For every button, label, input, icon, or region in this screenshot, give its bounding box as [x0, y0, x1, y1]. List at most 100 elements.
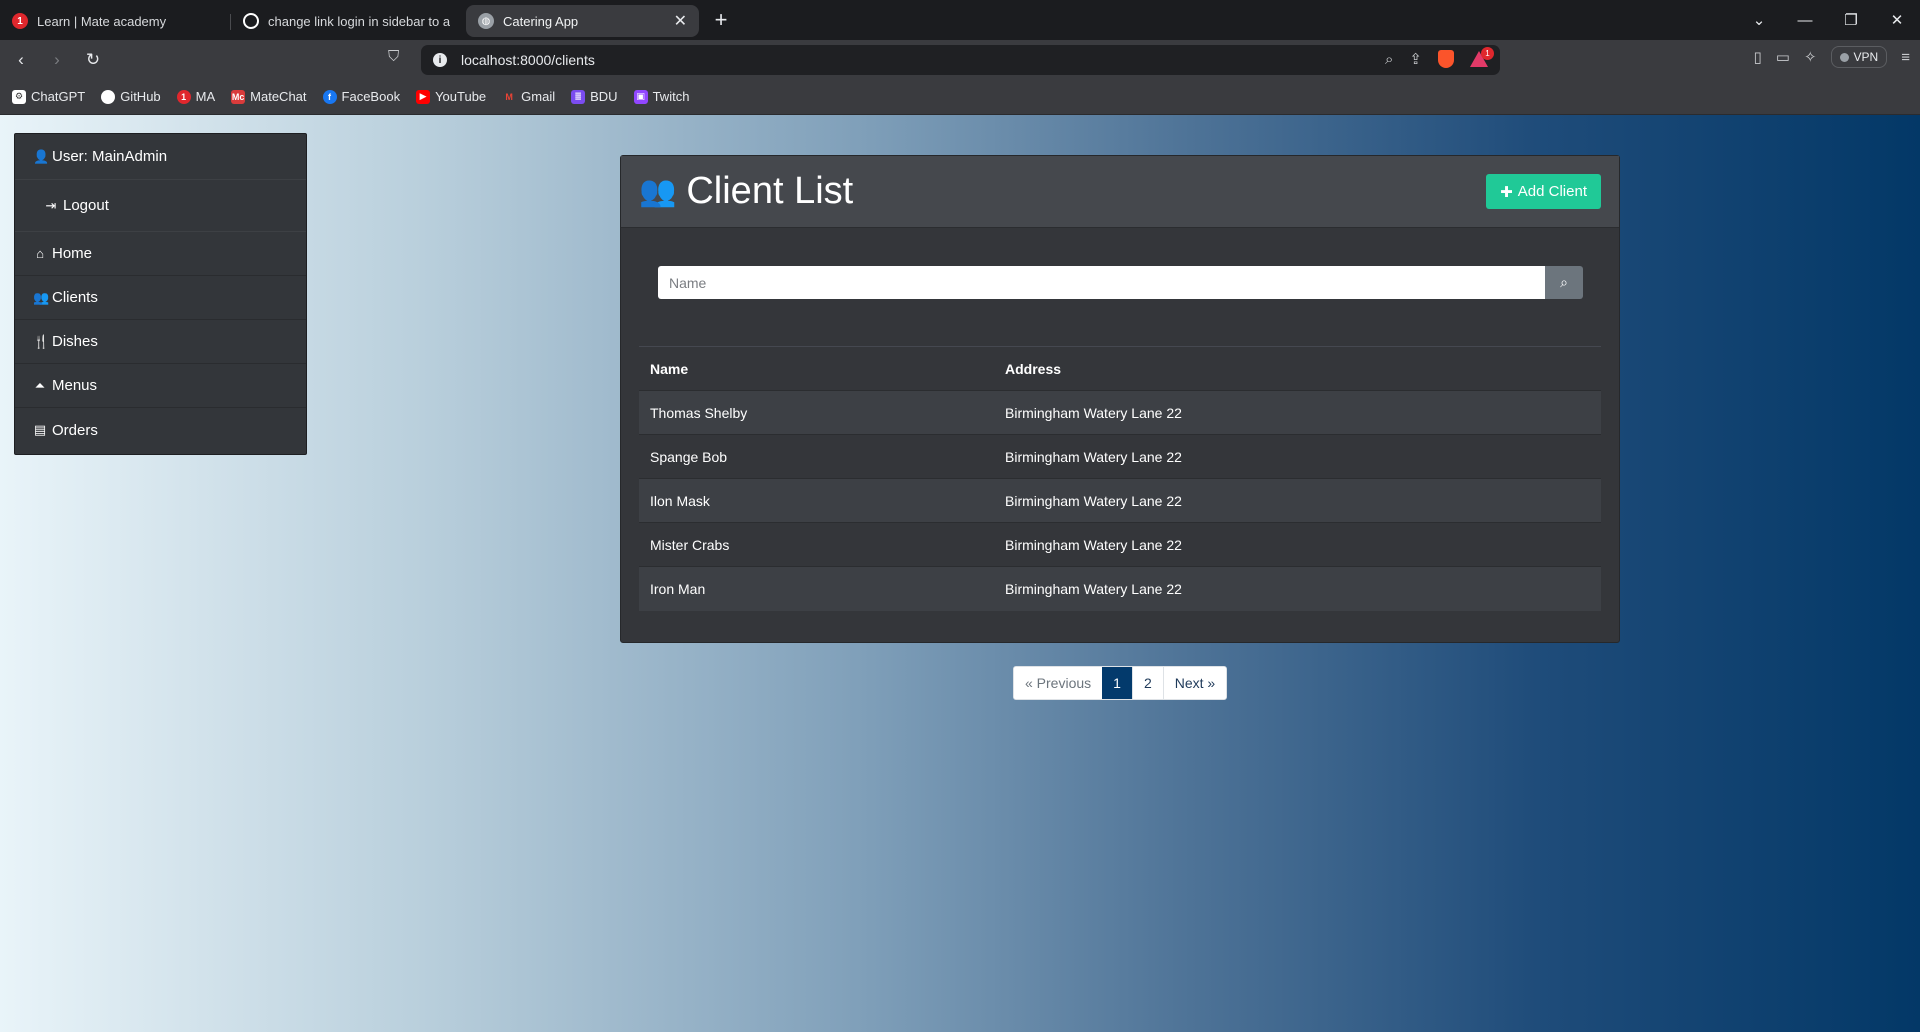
github-icon	[243, 13, 259, 29]
vpn-button[interactable]: VPN	[1830, 46, 1888, 68]
bookmark-ma[interactable]: 1 MA	[176, 89, 216, 104]
sidebar-item-logout[interactable]: ⇥ Logout	[15, 180, 306, 232]
sidebar-item-menus[interactable]: ⏶ Menus	[15, 364, 306, 408]
bookmark-label: ChatGPT	[31, 89, 86, 104]
client-name: Thomas Shelby	[639, 390, 994, 435]
tab-github[interactable]: change link login in sidebar to avoid	[231, 5, 462, 37]
table-row: Iron Man Birmingham Watery Lane 22	[639, 566, 1601, 611]
sidebar-item-label: Dishes	[52, 333, 98, 350]
bookmarks-bar: ⚙ ChatGPT GitHub 1 MA Mc MateChat f FaceBook…	[0, 79, 1920, 115]
bookmark-github[interactable]: GitHub	[101, 89, 161, 104]
column-header-address: Address	[994, 346, 1601, 391]
back-button[interactable]: ‹	[6, 50, 36, 70]
table-header-row: Name Address	[639, 346, 1601, 391]
bookmark-chatgpt[interactable]: ⚙ ChatGPT	[12, 89, 85, 104]
sidebar-item-label: Home	[52, 245, 93, 262]
bookmark-page-icon[interactable]: ⛉	[388, 48, 399, 65]
window-controls: ⌄ — ❐ ✕	[1736, 0, 1920, 40]
brave-rewards-icon[interactable]: 1	[1470, 47, 1494, 67]
client-name: Iron Man	[639, 566, 994, 611]
brave-shields-icon[interactable]	[1438, 50, 1454, 68]
address-bar[interactable]: i localhost:8000/clients ⌕ ⇪ 1	[421, 45, 1500, 75]
bookmark-youtube[interactable]: ▶ YouTube	[416, 89, 486, 104]
bookmark-matechat[interactable]: Mc MateChat	[231, 89, 307, 104]
add-client-label: Add Client	[1517, 183, 1587, 200]
browser-toolbar: ‹ › ↻ ⛉ i localhost:8000/clients ⌕ ⇪ 1 ▯…	[0, 40, 1920, 79]
tab-catering-app[interactable]: ◍ Catering App ✕	[466, 5, 699, 37]
share-icon[interactable]: ⇪	[1409, 50, 1422, 68]
bookmark-facebook[interactable]: f FaceBook	[322, 89, 401, 104]
pagination-previous[interactable]: « Previous	[1014, 667, 1103, 699]
tab-search-icon[interactable]: ⌄	[1736, 11, 1782, 29]
sidebar-item-orders[interactable]: ▤ Orders	[15, 408, 306, 452]
facebook-icon: f	[322, 89, 337, 104]
bookmark-twitch[interactable]: ▣ Twitch	[633, 89, 689, 104]
bookmark-label: Gmail	[521, 89, 556, 104]
add-client-button[interactable]: ✚ Add Client	[1486, 174, 1601, 209]
client-name: Mister Crabs	[639, 522, 994, 567]
home-icon: ⌂	[36, 246, 44, 261]
site-info-icon[interactable]: i	[433, 53, 447, 67]
logout-icon: ⇥	[45, 197, 57, 213]
client-address: Birmingham Watery Lane 22	[994, 566, 1601, 611]
zoom-icon[interactable]: ⌕	[1385, 51, 1393, 68]
cloche-icon: ⏶	[34, 377, 46, 393]
minimize-button[interactable]: —	[1782, 12, 1828, 29]
clients-table: Name Address Thomas Shelby Birmingham Wa…	[639, 346, 1601, 611]
gmail-icon: M	[505, 91, 513, 102]
sidebar-item-label: Logout	[63, 197, 109, 214]
sidebar-item-home[interactable]: ⌂ Home	[15, 232, 306, 276]
bookmark-bdu[interactable]: ≣ BDU	[571, 89, 618, 104]
wallet-icon[interactable]: ▭	[1776, 48, 1790, 66]
matechat-icon: Mc	[231, 89, 246, 104]
sidebar-item-label: Orders	[52, 421, 98, 439]
pagination-page-1[interactable]: 1	[1102, 667, 1132, 699]
search-button[interactable]: ⌕	[1545, 266, 1583, 299]
restore-button[interactable]: ❐	[1828, 11, 1874, 29]
reload-button[interactable]: ↻	[78, 50, 108, 70]
mate-academy-icon: 1	[176, 89, 191, 104]
rewards-badge: 1	[1481, 47, 1494, 60]
client-address: Birmingham Watery Lane 22	[994, 390, 1601, 435]
bookmark-label: MateChat	[250, 89, 307, 104]
users-icon: 👥	[639, 175, 677, 208]
table-row: Mister Crabs Birmingham Watery Lane 22	[639, 522, 1601, 567]
client-address: Birmingham Watery Lane 22	[994, 478, 1601, 523]
users-icon: 👥	[33, 289, 50, 305]
client-name: Ilon Mask	[639, 478, 994, 523]
new-tab-button[interactable]: +	[709, 7, 733, 33]
close-window-button[interactable]: ✕	[1874, 11, 1920, 29]
table-row: Spange Bob Birmingham Watery Lane 22	[639, 434, 1601, 479]
receipt-icon: ▤	[33, 422, 47, 437]
mate-academy-icon: 1	[12, 13, 28, 29]
sidebar-item-clients[interactable]: 👥 Clients	[15, 276, 306, 320]
search-input[interactable]	[658, 266, 1545, 299]
sidebar-item-label: Menus	[52, 377, 98, 394]
menu-icon[interactable]: ≡	[1901, 49, 1910, 66]
bdu-icon: ≣	[571, 89, 586, 104]
globe-icon: ◍	[478, 13, 494, 29]
github-icon	[101, 89, 116, 104]
pagination-page-2[interactable]: 2	[1131, 667, 1163, 699]
sidebar-user: 👤 User: MainAdmin	[15, 134, 306, 180]
table-row: Thomas Shelby Birmingham Watery Lane 22	[639, 390, 1601, 435]
pagination: « Previous 1 2 Next »	[1013, 666, 1228, 700]
page-title: Client List	[686, 170, 854, 212]
leo-ai-icon[interactable]: ✧	[1804, 48, 1817, 66]
chatgpt-icon: ⚙	[12, 89, 26, 104]
client-name: Spange Bob	[639, 434, 994, 479]
pagination-next[interactable]: Next »	[1162, 667, 1227, 699]
address-url[interactable]: localhost:8000/clients	[461, 52, 595, 68]
bookmark-gmail[interactable]: M Gmail	[502, 89, 555, 104]
sidebar-item-label: Clients	[52, 289, 98, 306]
page-viewport: 👤 User: MainAdmin ⇥ Logout ⌂ Home 👥 Clie…	[0, 115, 1920, 1032]
tab-mate-academy[interactable]: 1 Learn | Mate academy	[0, 5, 231, 37]
close-tab-icon[interactable]: ✕	[674, 11, 687, 31]
client-list-card: 👥 Client List ✚ Add Client ⌕ Name Addres…	[620, 155, 1620, 643]
bookmark-label: MA	[195, 89, 216, 104]
forward-button[interactable]: ›	[42, 50, 72, 70]
sidebar-item-dishes[interactable]: 🍴 Dishes	[15, 320, 306, 364]
bookmark-label: FaceBook	[341, 89, 401, 104]
sidebar-toggle-icon[interactable]: ▯	[1754, 48, 1762, 66]
vpn-label: VPN	[1853, 50, 1879, 64]
